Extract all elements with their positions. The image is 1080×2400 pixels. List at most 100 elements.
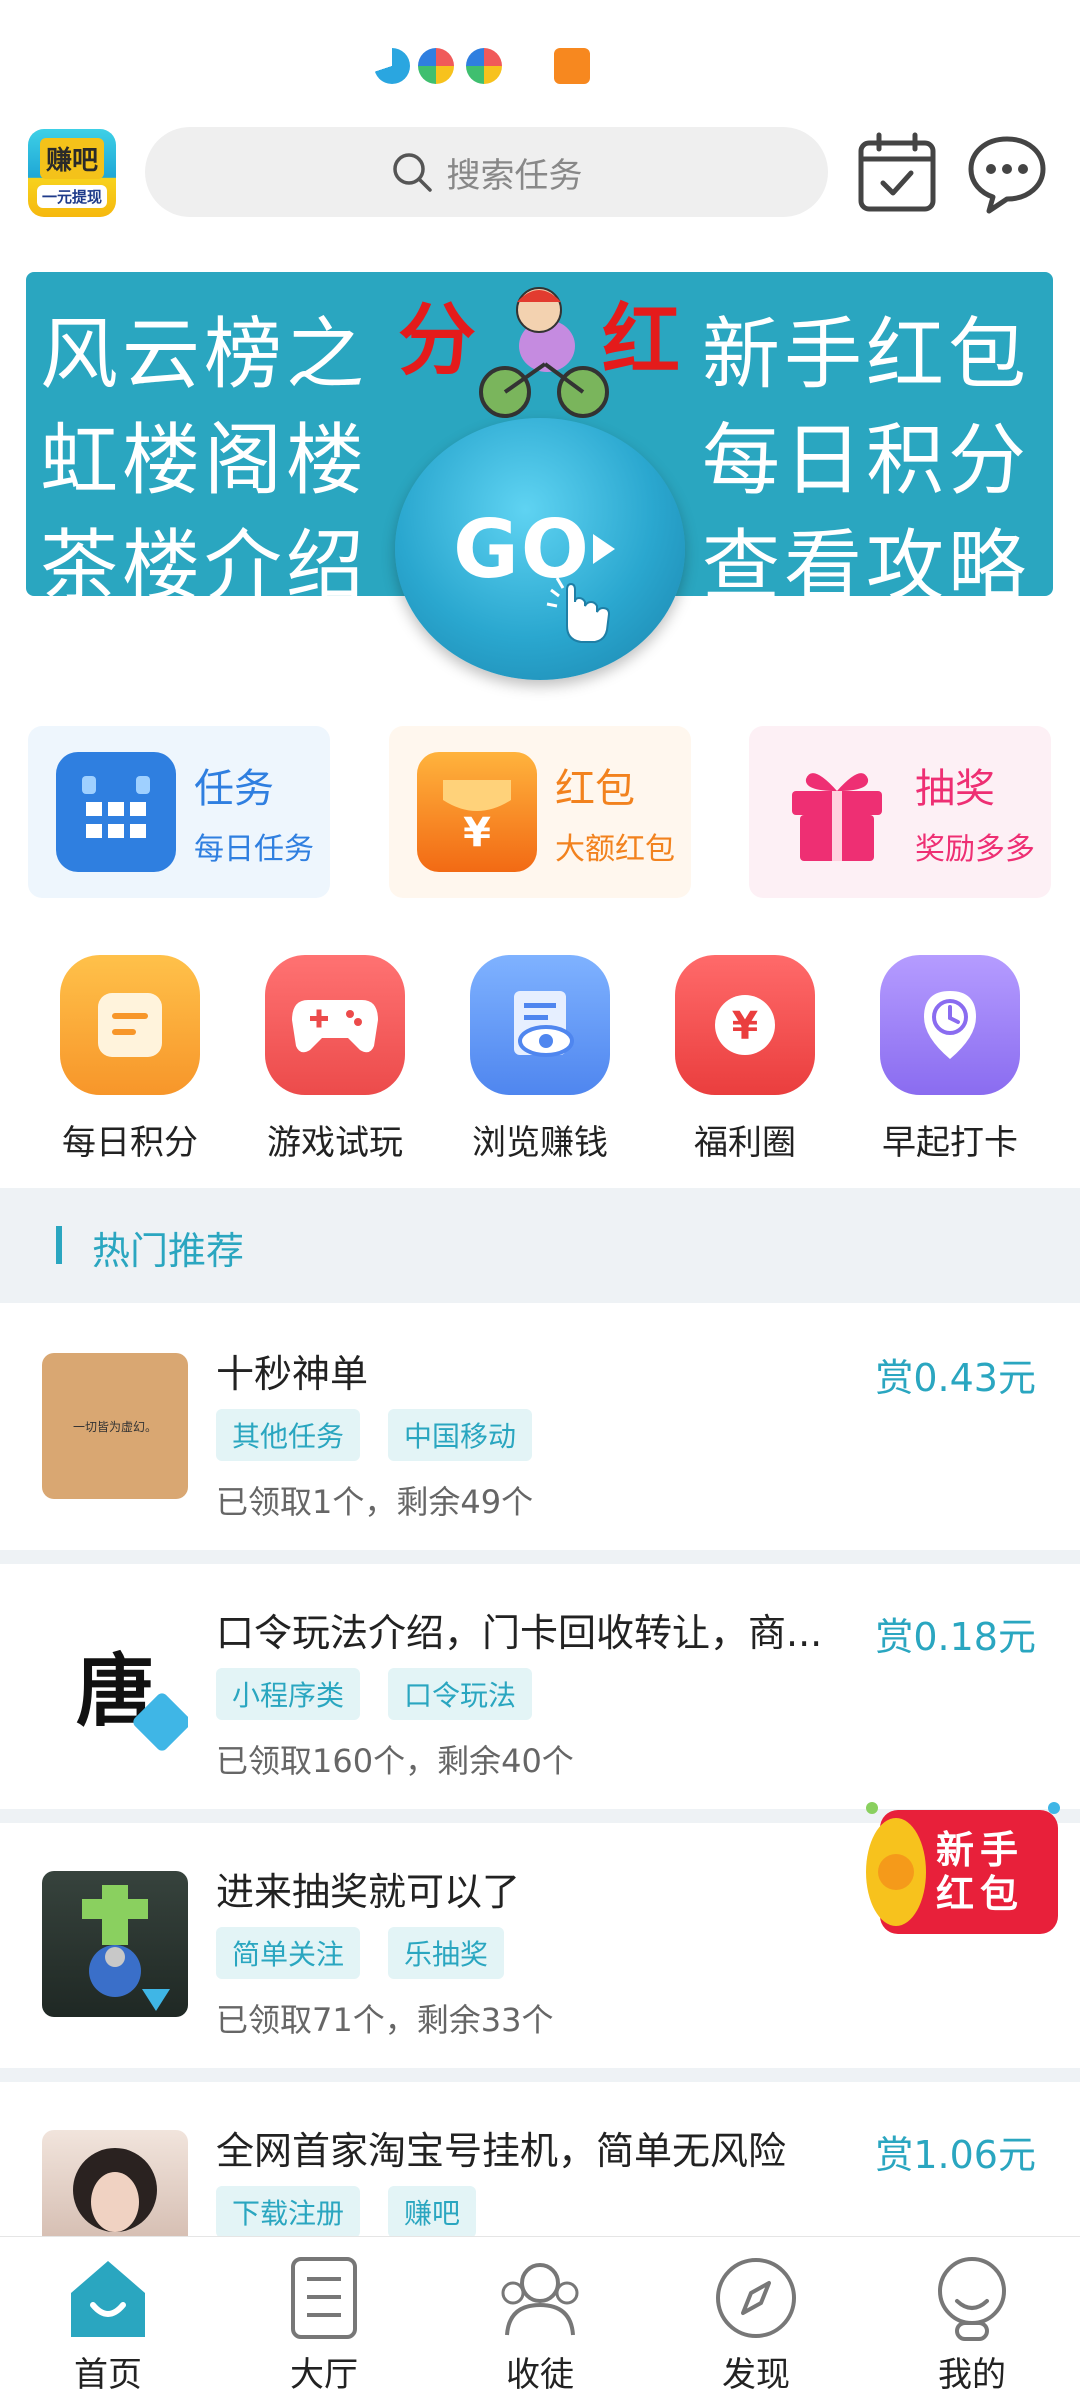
card-lottery-title: 抽奖 — [915, 766, 995, 812]
nav-item-hall[interactable]: 大厅 — [254, 2245, 394, 2396]
nav-item-home[interactable]: 首页 — [38, 2245, 178, 2396]
task-thumbnail — [42, 1871, 188, 2017]
clock-pin-icon — [880, 955, 1020, 1095]
banner-right-row1: 新手红包 — [702, 310, 1031, 400]
eye-document-icon — [470, 955, 610, 1095]
task-item[interactable]: 一切皆为虚幻。 十秒神单 赏0.43元 其他任务 中国移动 已领取1个，剩余49… — [0, 1305, 1080, 1550]
task-stats: 已领取160个，剩余40个 — [216, 1742, 574, 1780]
task-tag: 下载注册 — [216, 2186, 361, 2236]
grid-label-game-trial: 游戏试玩 — [267, 1123, 403, 1163]
grid-item-early-checkin[interactable]: 早起打卡 — [860, 955, 1040, 1164]
logo-line1: 赚吧 — [39, 138, 104, 179]
task-item[interactable]: 全网首家淘宝号挂机，简单无风险 赏1.06元 下载注册 赚吧 — [0, 2082, 1080, 2236]
task-tag: 赚吧 — [388, 2186, 477, 2236]
task-tags: 小程序类 口令玩法 — [216, 1668, 533, 1720]
windmill-toy-icon — [82, 1885, 170, 2011]
task-thumbnail — [42, 2130, 188, 2236]
banner-right-row3: 查看攻略 — [702, 522, 1031, 596]
feature-grid: 每日积分 游戏试玩 浏览赚钱 ¥ 福利圈 早起打卡 — [0, 955, 1080, 1165]
compass-icon — [711, 2253, 801, 2343]
float-promo-text: 新手 红包 — [936, 1828, 1024, 1916]
task-item[interactable]: 唐 口令玩法介绍，门卡回收转让，商... 赏0.18元 小程序类 口令玩法 已领… — [0, 1564, 1080, 1809]
task-tags: 其他任务 中国移动 — [216, 1409, 533, 1461]
float-promo-line2: 红包 — [936, 1872, 1025, 1916]
divider — [0, 1550, 1080, 1564]
floating-newbie-redpacket[interactable]: 新手 红包 — [850, 1790, 1070, 1960]
status-bar — [0, 0, 1080, 120]
yen-coin-icon: ¥ — [675, 955, 815, 1095]
gamepad-icon — [265, 955, 405, 1095]
nav-label-me: 我的 — [938, 2355, 1006, 2395]
nav-label-home: 首页 — [74, 2355, 142, 2395]
search-icon — [392, 153, 432, 192]
users-icon — [495, 2253, 585, 2343]
task-tag: 口令玩法 — [388, 1668, 533, 1720]
app-logo[interactable]: 赚吧 一元提现 — [28, 129, 116, 217]
portrait-photo — [73, 2148, 157, 2232]
task-tag: 中国移动 — [388, 1409, 533, 1461]
task-tag: 简单关注 — [216, 1927, 361, 1979]
task-thumb-text: 一切皆为虚幻。 — [72, 1419, 157, 1434]
bottom-nav: 首页 大厅 收徒 发现 我的 — [0, 2236, 1080, 2400]
red-envelope-icon: ¥ — [417, 752, 537, 872]
card-tasks-subtitle: 每日任务 — [194, 832, 314, 867]
grid-label-browse-earn: 浏览赚钱 — [472, 1123, 608, 1163]
profile-icon — [927, 2253, 1017, 2343]
task-reward: 赏0.18元 — [875, 1615, 1036, 1659]
task-reward: 赏1.06元 — [875, 2133, 1036, 2177]
nav-item-apprentice[interactable]: 收徒 — [470, 2245, 610, 2396]
card-redpacket-subtitle: 大额红包 — [555, 832, 675, 867]
section-title: 热门推荐 — [92, 1229, 245, 1273]
nav-item-me[interactable]: 我的 — [902, 2245, 1042, 2396]
task-tags: 下载注册 赚吧 — [216, 2186, 477, 2236]
nav-label-hall: 大厅 — [290, 2355, 358, 2395]
task-tag: 小程序类 — [216, 1668, 361, 1720]
grid-label-early-checkin: 早起打卡 — [882, 1123, 1018, 1163]
card-lottery[interactable]: 抽奖 奖励多多 — [749, 726, 1051, 898]
pinwheel-icon-2 — [466, 48, 502, 84]
task-thumbnail: 一切皆为虚幻。 — [42, 1353, 188, 1499]
grid-label-welfare: 福利圈 — [694, 1123, 796, 1163]
app-root: 赚吧 一元提现 搜索任务 风云榜之 虹楼阁楼 茶楼介绍 分 红 新手红包 每日积… — [0, 0, 1080, 2400]
top-header: 赚吧 一元提现 搜索任务 — [0, 125, 1080, 225]
gift-icon — [777, 752, 897, 872]
nav-label-discover: 发现 — [722, 2355, 790, 2395]
go-button[interactable]: GO — [395, 418, 685, 680]
card-redpacket[interactable]: ¥ 红包 大额红包 — [389, 726, 691, 898]
svg-text:¥: ¥ — [463, 810, 491, 854]
qq-browser-icon — [374, 48, 410, 84]
calendar-check-icon[interactable] — [855, 131, 939, 215]
home-icon — [63, 2253, 153, 2343]
note-icon — [60, 955, 200, 1095]
task-name: 口令玩法介绍，门卡回收转让，商... — [216, 1611, 823, 1655]
video-play-icon — [554, 48, 590, 84]
list-icon — [279, 2253, 369, 2343]
task-stats: 已领取71个，剩余33个 — [216, 2001, 554, 2039]
banner-left-row3: 茶楼介绍 — [40, 522, 369, 596]
banner-right-row2: 每日积分 — [702, 416, 1031, 506]
grid-label-daily-points: 每日积分 — [62, 1123, 198, 1163]
task-name: 进来抽奖就可以了 — [216, 1870, 521, 1914]
pinwheel-icon — [418, 48, 454, 84]
play-arrow-icon — [592, 534, 615, 564]
message-icon[interactable] — [965, 131, 1049, 215]
task-tag: 乐抽奖 — [388, 1927, 505, 1979]
cyclist-illustration — [479, 287, 609, 418]
card-lottery-subtitle: 奖励多多 — [915, 832, 1035, 867]
grid-item-welfare[interactable]: ¥ 福利圈 — [655, 955, 835, 1164]
grid-item-daily-points[interactable]: 每日积分 — [40, 955, 220, 1164]
task-name: 全网首家淘宝号挂机，简单无风险 — [216, 2129, 787, 2173]
search-placeholder: 搜索任务 — [446, 155, 583, 196]
calendar-icon — [56, 752, 176, 872]
grid-item-game-trial[interactable]: 游戏试玩 — [245, 955, 425, 1164]
task-name: 十秒神单 — [216, 1352, 369, 1396]
search-bar[interactable]: 搜索任务 — [145, 127, 828, 217]
nav-item-discover[interactable]: 发现 — [686, 2245, 826, 2396]
card-tasks[interactable]: 任务 每日任务 — [28, 726, 330, 898]
banner-left-row2: 虹楼阁楼 — [40, 416, 369, 506]
banner-left-row1: 风云榜之 — [40, 310, 369, 400]
card-redpacket-title: 红包 — [555, 766, 635, 812]
task-reward: 赏0.43元 — [875, 1356, 1036, 1400]
grid-item-browse-earn[interactable]: 浏览赚钱 — [450, 955, 630, 1164]
tap-hand-icon — [546, 577, 611, 643]
